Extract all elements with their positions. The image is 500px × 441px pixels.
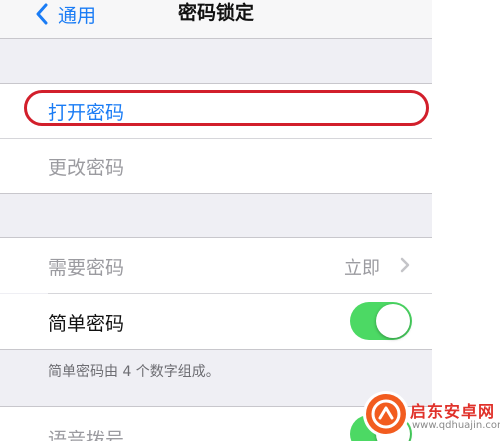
page-margin	[432, 0, 500, 441]
require-passcode-label: 需要密码	[48, 257, 125, 279]
watermark-logo: 启东安卓网 www.qdhuajin.com	[366, 392, 500, 441]
page-title: 密码锁定	[177, 2, 254, 24]
change-passcode-row: 更改密码	[0, 139, 432, 193]
passcode-lock-screen: 通用 密码锁定 打开密码 更改密码 需要密码 立即 简单密码 简单密码由 4 个…	[0, 0, 432, 441]
change-passcode-label: 更改密码	[48, 157, 125, 179]
voice-dial-label: 语音拨号	[48, 429, 125, 441]
simple-passcode-label: 简单密码	[48, 313, 125, 335]
require-passcode-row: 需要密码 立即	[0, 238, 432, 293]
require-passcode-value: 立即	[344, 258, 380, 279]
watermark-name: 启东安卓网	[410, 402, 496, 421]
chevron-right-icon	[400, 257, 410, 273]
simple-passcode-toggle[interactable]	[350, 302, 412, 340]
logo-badge-icon	[366, 394, 406, 434]
watermark-url: www.qdhuajin.com	[412, 420, 500, 431]
group-divider	[0, 349, 432, 350]
simple-passcode-row: 简单密码	[0, 294, 432, 349]
group-divider	[0, 193, 432, 194]
annotation-highlight	[24, 90, 429, 126]
toggle-knob	[376, 304, 410, 338]
simple-passcode-footnote: 简单密码由 4 个数字组成。	[48, 364, 220, 380]
navigation-bar: 通用 密码锁定	[0, 0, 432, 39]
